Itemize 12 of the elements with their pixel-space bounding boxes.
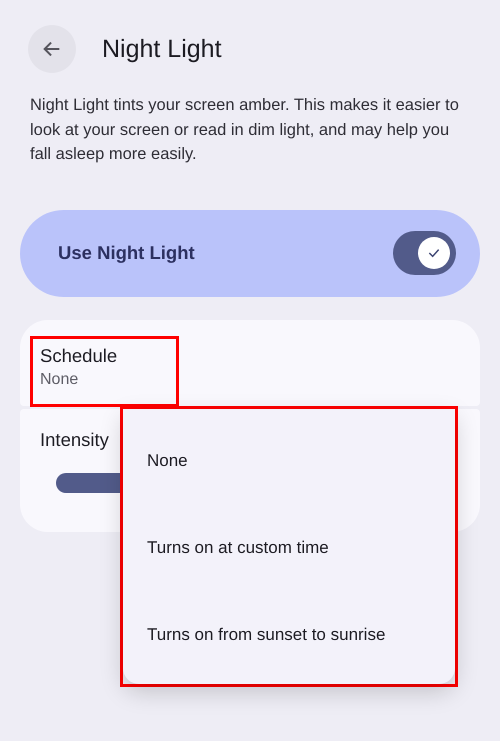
menu-item[interactable]: None (123, 417, 455, 504)
page-title: Night Light (102, 34, 222, 64)
schedule-title: Schedule (40, 344, 118, 366)
menu-item[interactable]: Turns on at custom time (123, 504, 455, 591)
toggle-label: Use Night Light (58, 242, 195, 264)
back-button[interactable] (28, 25, 76, 73)
description-text: Night Light tints your screen amber. This makes it easier to look at your screen or read in dim light, and may help you fall asleep more easily. (30, 95, 460, 165)
schedule-setting[interactable]: Schedule None (20, 320, 480, 406)
menu-item[interactable]: Turns on from sunset to sunrise (123, 591, 455, 678)
schedule-value: None (40, 370, 80, 388)
toggle-switch[interactable] (393, 231, 456, 275)
intensity-title: Intensity (40, 428, 110, 450)
